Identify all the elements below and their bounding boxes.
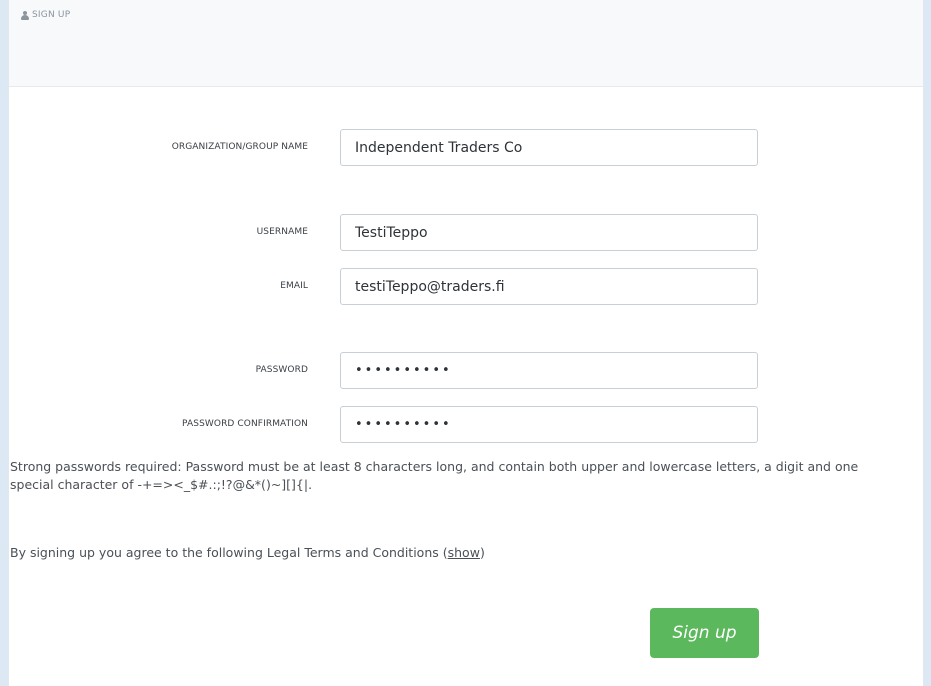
password-requirements-text: Strong passwords required: Password must… <box>10 459 859 492</box>
signup-panel: Sign up Organization/Group name Username… <box>8 0 924 686</box>
username-input[interactable] <box>340 214 758 251</box>
legal-terms-text: By signing up you agree to the following… <box>10 544 890 562</box>
organization-label: Organization/Group name <box>171 142 308 152</box>
legal-terms-suffix: ) <box>479 545 485 560</box>
organization-input[interactable] <box>340 129 758 166</box>
panel-title-label: Sign up <box>32 10 71 20</box>
password-confirmation-input[interactable] <box>340 406 758 443</box>
show-terms-link[interactable]: show <box>448 545 480 560</box>
panel-header: Sign up <box>9 0 923 87</box>
email-input[interactable] <box>340 268 758 305</box>
sign-up-button[interactable]: Sign up <box>650 608 759 658</box>
username-label: Username <box>256 227 308 237</box>
panel-title: Sign up <box>21 10 70 20</box>
legal-terms-prefix: By signing up you agree to the following… <box>10 545 448 560</box>
user-icon <box>21 10 29 20</box>
password-label: Password <box>255 365 308 375</box>
password-confirmation-label: Password confirmation <box>182 419 308 429</box>
password-input[interactable] <box>340 352 758 389</box>
email-label: Email <box>280 281 308 291</box>
